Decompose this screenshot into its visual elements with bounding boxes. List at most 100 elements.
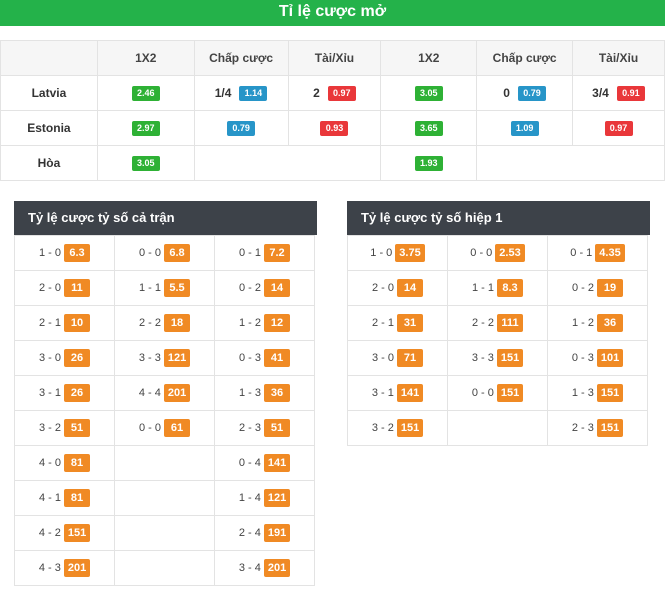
score-odds[interactable]: 3 - 1 141: [372, 384, 424, 402]
score-odds-badge[interactable]: 18: [164, 314, 190, 332]
score-odds-badge[interactable]: 111: [497, 314, 523, 332]
score-odds[interactable]: 2 - 1 31: [372, 314, 423, 332]
score-odds-badge[interactable]: 141: [263, 454, 291, 472]
score-odds[interactable]: 2 - 2 111: [472, 314, 523, 332]
score-odds[interactable]: 0 - 3 41: [239, 349, 290, 367]
score-odds-badge[interactable]: 151: [496, 349, 524, 367]
score-odds[interactable]: 3 - 0 71: [372, 349, 423, 367]
score-odds[interactable]: 3 - 4 201: [239, 559, 291, 577]
score-odds-badge[interactable]: 151: [396, 419, 424, 437]
score-odds-badge[interactable]: 3.75: [395, 244, 425, 262]
score-odds-badge[interactable]: 7.2: [264, 244, 290, 262]
score-odds-badge[interactable]: 36: [264, 384, 290, 402]
score-odds[interactable]: 3 - 2 151: [372, 419, 424, 437]
score-odds-badge[interactable]: 14: [397, 279, 423, 297]
score-odds-badge[interactable]: 5.5: [164, 279, 190, 297]
score-odds[interactable]: 0 - 1 7.2: [239, 244, 290, 262]
score-odds-badge[interactable]: 191: [263, 524, 291, 542]
score-odds[interactable]: 0 - 0 6.8: [139, 244, 190, 262]
score-odds-badge[interactable]: 8.3: [497, 279, 523, 297]
score-odds-badge[interactable]: 51: [264, 419, 290, 437]
score-odds-badge[interactable]: 14: [264, 279, 290, 297]
score-odds-badge[interactable]: 201: [263, 559, 291, 577]
score-odds[interactable]: 2 - 3 151: [572, 419, 624, 437]
score-odds[interactable]: 2 - 4 191: [239, 524, 291, 542]
score-odds[interactable]: 1 - 4 121: [239, 489, 291, 507]
score-odds[interactable]: 2 - 0 14: [372, 279, 423, 297]
score-odds-badge[interactable]: 36: [597, 314, 623, 332]
score-odds[interactable]: 0 - 2 14: [239, 279, 290, 297]
score-odds[interactable]: 4 - 0 81: [39, 454, 90, 472]
score-odds[interactable]: 4 - 2 151: [39, 524, 91, 542]
odds-badge[interactable]: 2.46: [131, 86, 160, 101]
score-odds-badge[interactable]: 61: [164, 419, 190, 437]
odds-badge[interactable]: 1.93: [414, 156, 443, 171]
score-odds[interactable]: 0 - 0 61: [139, 419, 190, 437]
odds-badge[interactable]: 0.93: [320, 121, 349, 136]
score-odds-badge[interactable]: 201: [163, 384, 191, 402]
score-odds[interactable]: 3 - 3 151: [472, 349, 524, 367]
score-odds-badge[interactable]: 151: [596, 419, 624, 437]
score-odds[interactable]: 4 - 3 201: [39, 559, 91, 577]
score-odds-badge[interactable]: 26: [64, 384, 90, 402]
score-odds-badge[interactable]: 151: [496, 384, 524, 402]
odds-badge[interactable]: 1.09: [510, 121, 539, 136]
score-odds-badge[interactable]: 121: [163, 349, 191, 367]
score-odds[interactable]: 0 - 2 19: [572, 279, 623, 297]
score-odds[interactable]: 3 - 1 26: [39, 384, 90, 402]
score-odds-badge[interactable]: 6.3: [64, 244, 90, 262]
score-odds[interactable]: 0 - 1 4.35: [570, 244, 625, 262]
score-odds[interactable]: 2 - 0 11: [39, 279, 90, 297]
score-odds-badge[interactable]: 2.53: [495, 244, 525, 262]
score-odds[interactable]: 3 - 0 26: [39, 349, 90, 367]
score-odds[interactable]: 1 - 0 6.3: [39, 244, 90, 262]
score-odds[interactable]: 2 - 3 51: [239, 419, 290, 437]
score-odds-badge[interactable]: 41: [264, 349, 290, 367]
odds-badge[interactable]: 3.05: [414, 86, 443, 101]
score-odds-badge[interactable]: 81: [64, 489, 90, 507]
score-odds[interactable]: 1 - 3 151: [572, 384, 624, 402]
score-odds-badge[interactable]: 19: [597, 279, 623, 297]
score-odds-badge[interactable]: 10: [64, 314, 90, 332]
score-odds[interactable]: 3 - 3 121: [139, 349, 191, 367]
score-odds-badge[interactable]: 71: [397, 349, 423, 367]
score-odds-badge[interactable]: 26: [64, 349, 90, 367]
odds-badge[interactable]: 1.14: [239, 85, 268, 101]
odds-badge[interactable]: 3.65: [414, 121, 443, 136]
odds-badge[interactable]: 3.05: [131, 156, 160, 171]
score-odds-badge[interactable]: 201: [63, 559, 91, 577]
score-odds-badge[interactable]: 12: [264, 314, 290, 332]
odds-badge[interactable]: 0.91: [616, 85, 645, 101]
score-odds-badge[interactable]: 121: [263, 489, 291, 507]
score-odds-badge[interactable]: 51: [64, 419, 90, 437]
score-odds-badge[interactable]: 11: [64, 279, 90, 297]
score-odds[interactable]: 0 - 0 151: [472, 384, 524, 402]
score-odds[interactable]: 1 - 2 36: [572, 314, 623, 332]
score-odds-badge[interactable]: 151: [63, 524, 91, 542]
score-odds[interactable]: 2 - 2 18: [139, 314, 190, 332]
score-odds[interactable]: 1 - 1 5.5: [139, 279, 190, 297]
score-odds[interactable]: 4 - 1 81: [39, 489, 90, 507]
odds-badge[interactable]: 2.97: [131, 121, 160, 136]
score-odds-badge[interactable]: 141: [396, 384, 424, 402]
score-odds-badge[interactable]: 81: [64, 454, 90, 472]
score-odds[interactable]: 0 - 0 2.53: [470, 244, 525, 262]
score-odds-badge[interactable]: 101: [596, 349, 624, 367]
score-odds[interactable]: 1 - 0 3.75: [370, 244, 425, 262]
score-odds[interactable]: 0 - 3 101: [572, 349, 624, 367]
score-odds-badge[interactable]: 31: [397, 314, 423, 332]
score-odds[interactable]: 1 - 1 8.3: [472, 279, 523, 297]
score-odds[interactable]: 2 - 1 10: [39, 314, 90, 332]
odds-badge[interactable]: 0.97: [604, 121, 633, 136]
score-odds-badge[interactable]: 151: [596, 384, 624, 402]
score-odds[interactable]: 1 - 2 12: [239, 314, 290, 332]
score-odds-badge[interactable]: 6.8: [164, 244, 190, 262]
score-odds-badge[interactable]: 4.35: [595, 244, 625, 262]
score-odds[interactable]: 4 - 4 201: [139, 384, 191, 402]
score-odds[interactable]: 1 - 3 36: [239, 384, 290, 402]
score-odds[interactable]: 3 - 2 51: [39, 419, 90, 437]
odds-badge[interactable]: 0.79: [517, 85, 546, 101]
score-odds[interactable]: 0 - 4 141: [239, 454, 291, 472]
odds-badge[interactable]: 0.79: [227, 121, 256, 136]
odds-badge[interactable]: 0.97: [327, 85, 356, 101]
